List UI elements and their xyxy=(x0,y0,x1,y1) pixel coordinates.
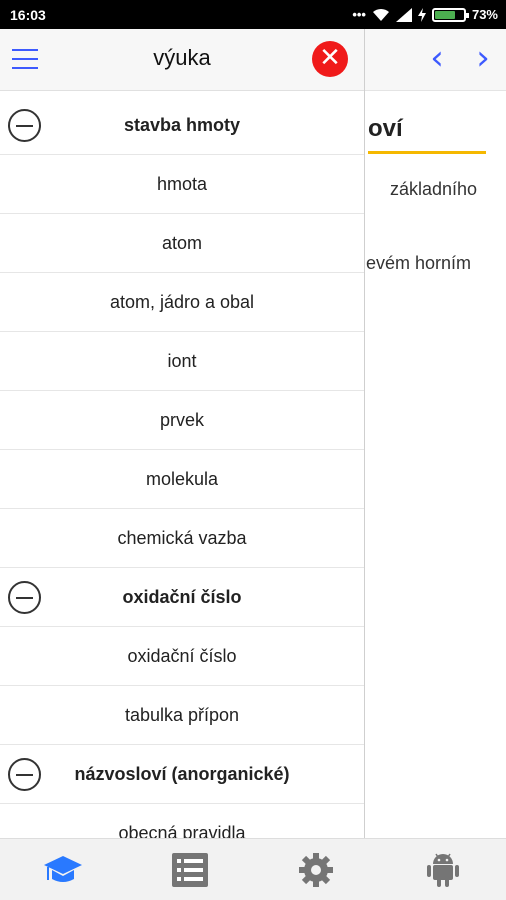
signal-icon xyxy=(395,7,412,22)
battery-percent: 73% xyxy=(471,7,498,22)
heading-underline xyxy=(368,151,486,154)
menu-item[interactable]: prvek xyxy=(0,391,364,450)
android-icon xyxy=(426,853,459,887)
collapse-minus-icon[interactable] xyxy=(8,109,41,142)
section-header[interactable]: oxidační číslo xyxy=(0,568,364,627)
menu-item-label: oxidační číslo xyxy=(127,645,237,666)
tab-android[interactable] xyxy=(380,839,506,900)
section-title: stavba hmoty xyxy=(123,114,241,135)
menu-item-label: atom xyxy=(161,232,203,253)
status-bar: 16:03 ••• 73% xyxy=(0,0,506,29)
menu-item[interactable]: molekula xyxy=(0,450,364,509)
menu-item-label: molekula xyxy=(145,468,219,489)
background-text-line: základního xyxy=(390,179,478,199)
charging-bolt-icon xyxy=(417,7,426,22)
battery-icon xyxy=(431,7,469,22)
menu-item[interactable]: oxidační číslo xyxy=(0,627,364,686)
notification-dots-icon: ••• xyxy=(352,7,366,22)
menu-item[interactable]: iont xyxy=(0,332,364,391)
menu-item[interactable]: tabulka přípon xyxy=(0,686,364,745)
section-title: oxidační číslo xyxy=(122,586,242,607)
gear-icon xyxy=(299,852,334,887)
menu-item[interactable]: obecná pravidla xyxy=(0,804,364,839)
tab-learning[interactable] xyxy=(0,839,127,900)
background-heading: oví xyxy=(368,115,403,142)
menu-item-label: tabulka přípon xyxy=(124,704,240,725)
section-title: názvosloví (anorganické) xyxy=(74,763,290,784)
menu-item-label: hmota xyxy=(156,173,208,194)
drawer-title: výuka xyxy=(153,45,211,70)
drawer-list: stavba hmoty hmota atom atom, jádro a obal i… xyxy=(0,96,364,838)
bottom-tab-bar xyxy=(0,838,506,900)
battery-fill xyxy=(434,10,456,19)
chevron-left-icon[interactable]: ‹ xyxy=(420,39,454,79)
graduation-cap-icon xyxy=(44,855,83,882)
collapse-minus-icon[interactable] xyxy=(8,581,41,614)
menu-item-label: atom, jádro a obal xyxy=(109,291,255,312)
menu-item[interactable]: atom xyxy=(0,214,364,273)
navigation-drawer: výuka ✕ stavba hmoty hmota atom atom, jádro… xyxy=(0,29,365,838)
menu-item[interactable]: atom, jádro a obal xyxy=(0,273,364,332)
status-icons: ••• 73% xyxy=(352,7,498,22)
section-header[interactable]: stavba hmoty xyxy=(0,96,364,155)
menu-item[interactable]: chemická vazba xyxy=(0,509,364,568)
background-text-line: evém horním xyxy=(366,253,472,273)
menu-item-label: iont xyxy=(167,350,197,371)
collapse-minus-icon[interactable] xyxy=(8,758,41,791)
tab-list[interactable] xyxy=(127,839,254,900)
chevron-right-icon[interactable]: › xyxy=(466,39,500,79)
drawer-header: výuka ✕ xyxy=(0,29,364,91)
menu-item[interactable]: hmota xyxy=(0,155,364,214)
tab-settings[interactable] xyxy=(253,839,380,900)
menu-item-label: prvek xyxy=(159,409,204,430)
close-drawer-button[interactable]: ✕ xyxy=(312,41,348,77)
list-icon xyxy=(171,852,208,887)
menu-item-label: obecná pravidla xyxy=(118,822,246,839)
status-time: 16:03 xyxy=(10,6,46,23)
menu-item-label: chemická vazba xyxy=(117,527,247,548)
section-header[interactable]: názvosloví (anorganické) xyxy=(0,745,364,804)
wifi-icon xyxy=(372,8,389,21)
